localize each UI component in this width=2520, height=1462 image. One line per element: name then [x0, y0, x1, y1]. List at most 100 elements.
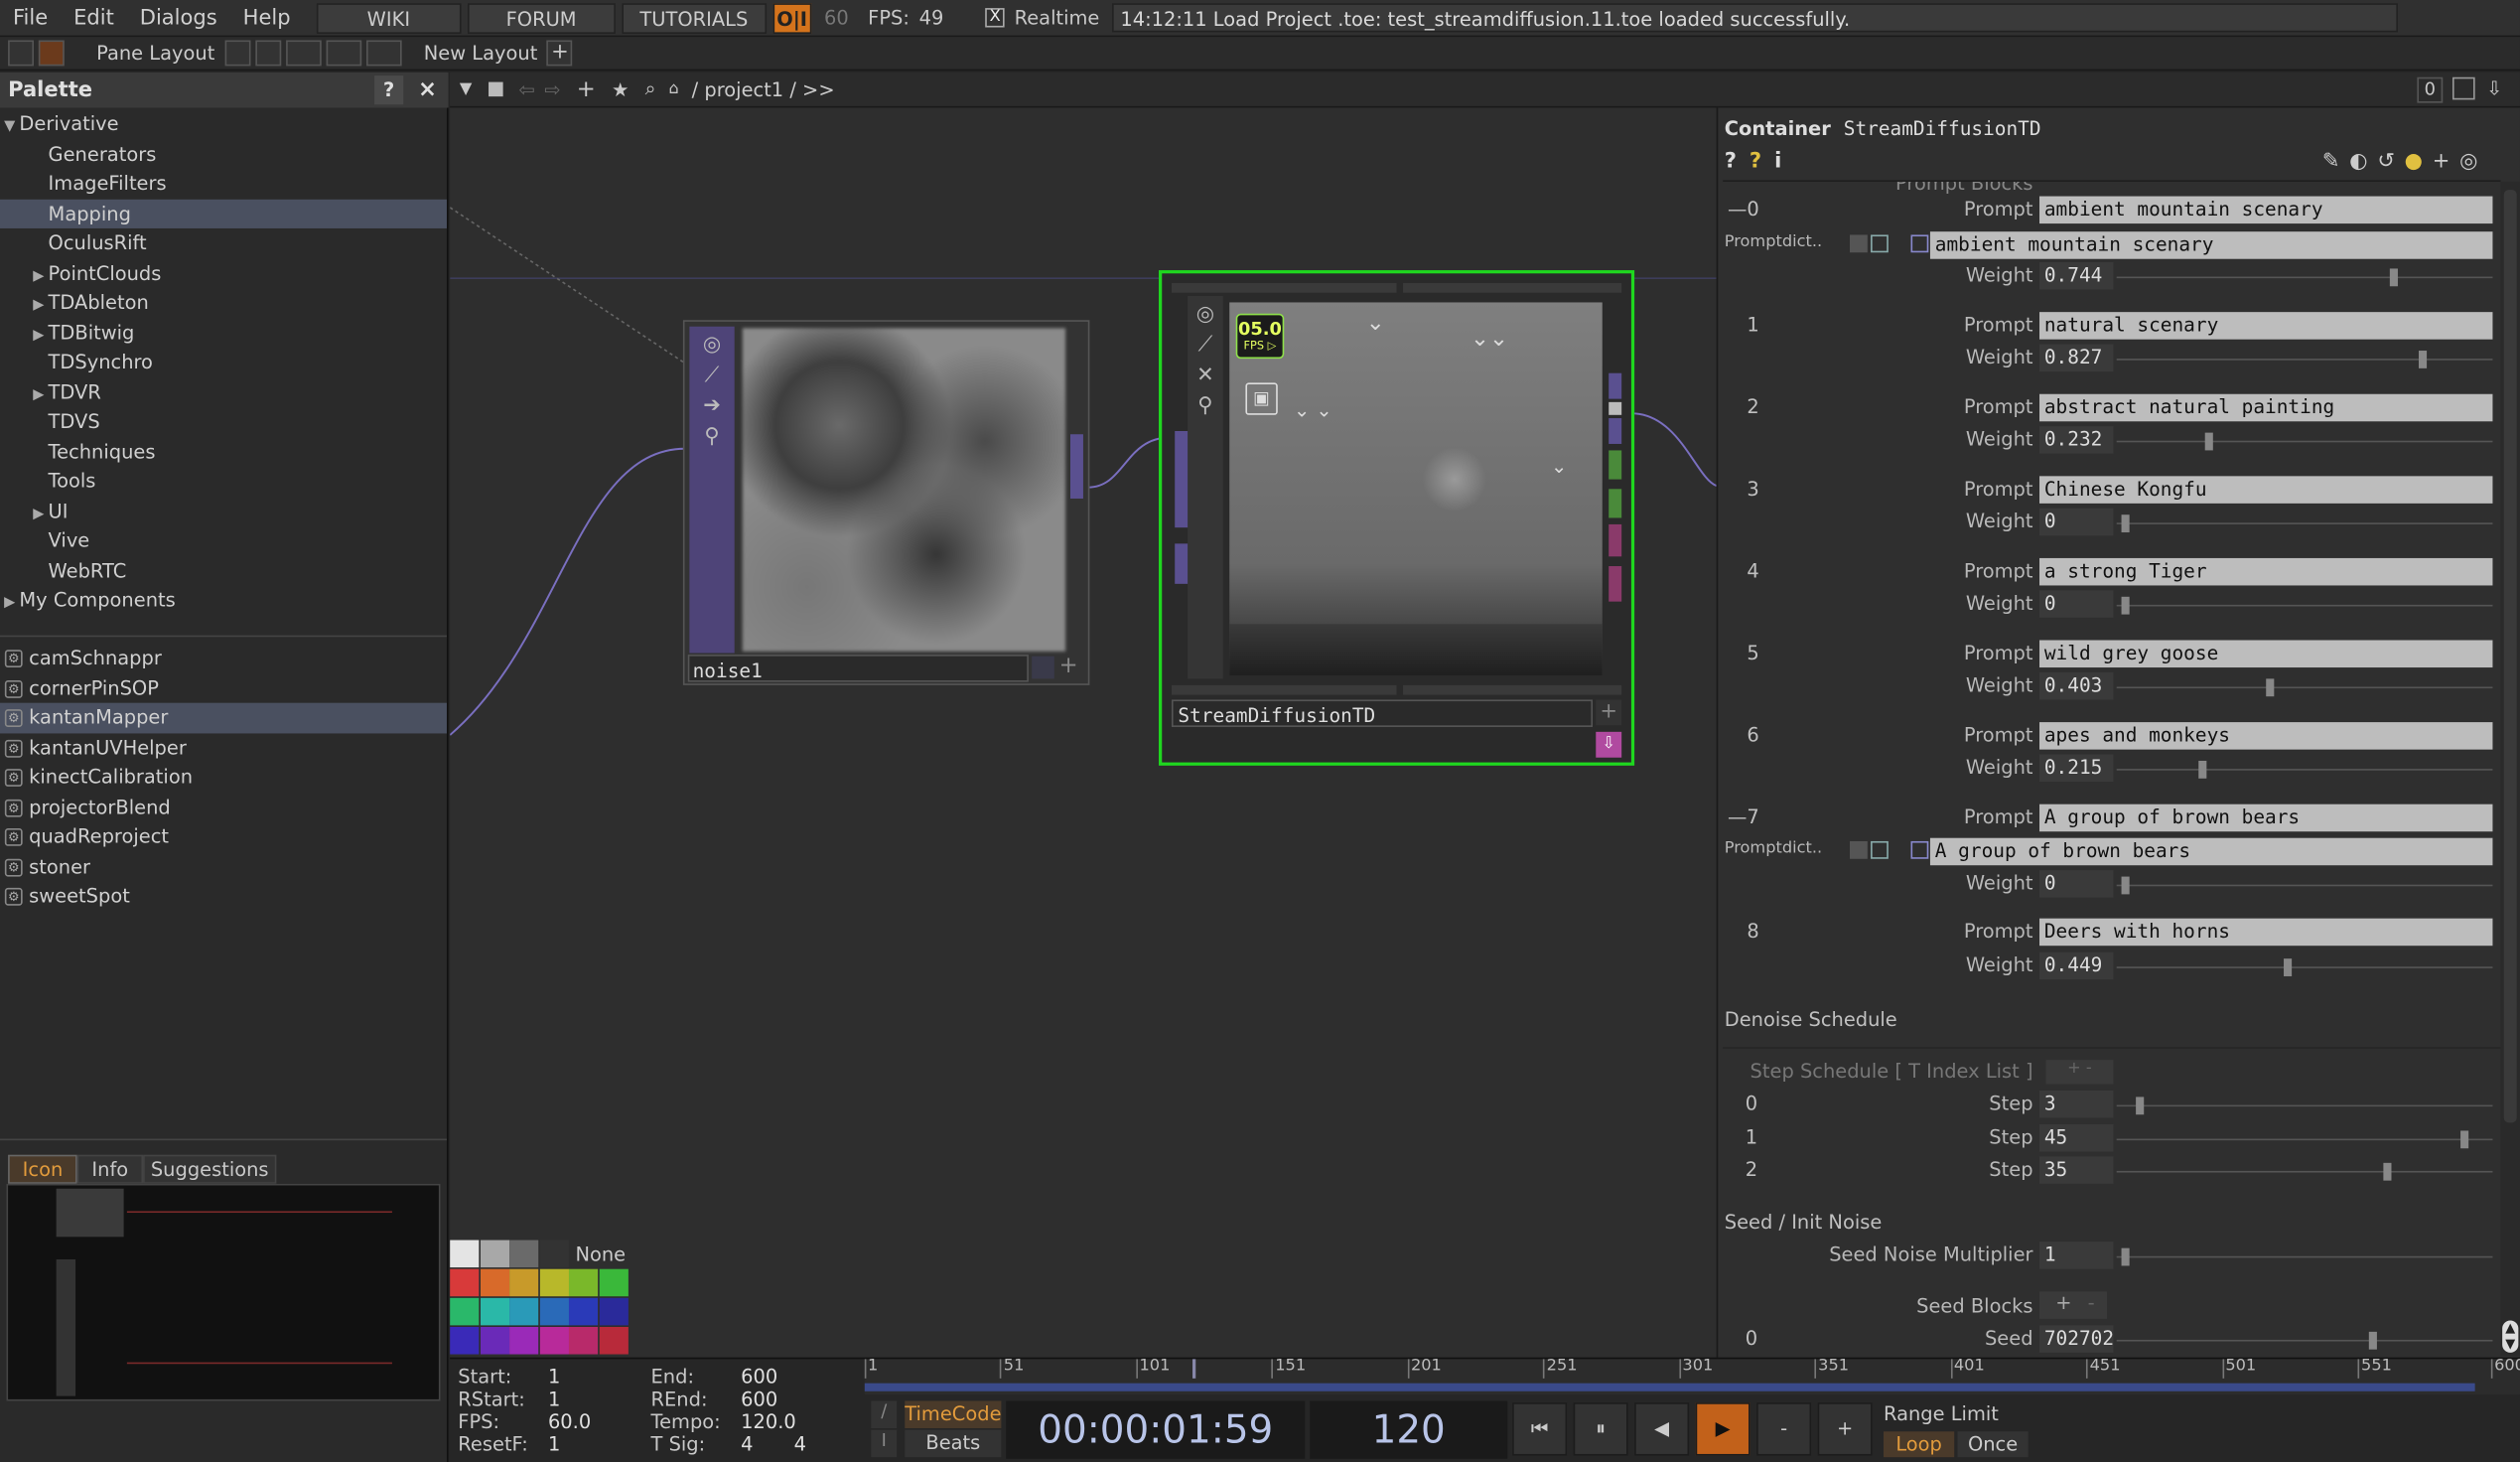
once-toggle[interactable]: Once [1957, 1431, 2029, 1458]
weight-field[interactable]: 0.232 [2039, 426, 2114, 454]
timeline-ruler[interactable]: 151101151201251301351401451501551600 [864, 1358, 2520, 1395]
expand-icon[interactable]: ▶ [29, 261, 48, 291]
color-swatch[interactable] [480, 1327, 509, 1355]
color-swatch[interactable] [480, 1268, 509, 1297]
sd-out-3[interactable] [1609, 418, 1622, 444]
seed-knob[interactable] [2368, 1331, 2377, 1350]
tempo-value[interactable]: 120.0 [741, 1410, 796, 1433]
promptdict-check-icon[interactable] [1910, 840, 1929, 859]
timecode-display[interactable]: 00:00:01:59 [1006, 1400, 1306, 1459]
sd-out-4[interactable] [1609, 450, 1622, 480]
noise-output-connector[interactable] [1069, 434, 1083, 500]
expand-icon[interactable]: ▶ [29, 321, 48, 351]
sd-out-1[interactable] [1609, 372, 1622, 399]
seed-multiplier-knob[interactable] [2121, 1247, 2130, 1266]
tree-item-webrtc[interactable]: WebRTC [0, 556, 447, 586]
target-icon[interactable]: ◎ [2459, 150, 2477, 174]
sd-input-connector-2[interactable] [1175, 543, 1189, 584]
param-scrollbar-thumb[interactable] [2503, 190, 2517, 1123]
weight-knob[interactable] [2419, 351, 2428, 368]
weight-knob[interactable] [2389, 268, 2398, 287]
tree-item-tdbitwig[interactable]: ▶ TDBitwig [0, 318, 447, 348]
network-path[interactable]: / project1 / >> [692, 78, 835, 101]
tree-item-pointclouds[interactable]: ▶ PointClouds [0, 258, 447, 288]
step-slider[interactable] [2116, 1162, 2493, 1181]
rewind-button[interactable]: ⏮ [1512, 1402, 1568, 1456]
rend-value[interactable]: 600 [741, 1389, 777, 1411]
home-icon[interactable]: ⌂ [668, 80, 678, 98]
export-icon[interactable]: ➔ [689, 394, 734, 418]
weight-slider[interactable] [2116, 957, 2493, 976]
step-knob[interactable] [2383, 1162, 2392, 1181]
color-swatch[interactable] [509, 1268, 539, 1297]
timeline-playhead[interactable] [1192, 1359, 1196, 1379]
step-field[interactable]: 3 [2039, 1090, 2114, 1118]
color-swatch[interactable] [450, 1327, 480, 1355]
python-help-icon[interactable]: ? [1750, 150, 1761, 174]
zoom-field[interactable]: 0 [2417, 76, 2444, 103]
tree-item-vive[interactable]: Vive [0, 526, 447, 556]
weight-field[interactable]: 0.449 [2039, 950, 2114, 979]
weight-slider[interactable] [2116, 268, 2493, 287]
sd-input-connector[interactable] [1175, 430, 1189, 528]
add-layout-button[interactable]: + [547, 40, 573, 67]
tree-item-tdableton[interactable]: ▶ TDAbleton [0, 288, 447, 318]
weight-field[interactable]: 0 [2039, 590, 2114, 618]
sd-out-5[interactable] [1609, 489, 1622, 518]
tutorials-button[interactable]: TUTORIALS [622, 2, 767, 34]
promptdict-toggle-icon[interactable] [1850, 840, 1868, 859]
tree-item-tdvs[interactable]: TDVS [0, 407, 447, 437]
layout-quad-icon[interactable] [326, 40, 361, 67]
tsig-denominator[interactable]: 4 [794, 1433, 806, 1456]
tree-item-generators[interactable]: Generators [0, 139, 447, 169]
component-item-kantanmapper[interactable]: ⚙ kantanMapper [0, 702, 447, 733]
start-value[interactable]: 1 [548, 1366, 560, 1389]
sd-bypass-icon[interactable]: ⟋ [1188, 333, 1223, 357]
download-icon[interactable]: ⇩ [2486, 77, 2502, 100]
weight-knob[interactable] [2283, 957, 2292, 976]
new-layout-label[interactable]: New Layout [424, 42, 538, 65]
help-icon[interactable]: ? [1725, 150, 1737, 174]
tree-root-derivative[interactable]: ▼ Derivative [0, 109, 447, 139]
weight-knob[interactable] [2121, 596, 2130, 615]
component-item-projectorblend[interactable]: ⚙ projectorBlend [0, 793, 447, 822]
add-param-icon[interactable]: + [2433, 150, 2450, 174]
app-icon[interactable] [38, 40, 65, 67]
param-scroll-area[interactable]: Prompt Blocks —0 Prompt ambient mountain s… [1718, 182, 2505, 1358]
weight-slider[interactable] [2116, 875, 2493, 894]
component-item-camschnappr[interactable]: ⚙ camSchnappr [0, 644, 447, 673]
weight-slider[interactable] [2116, 596, 2493, 615]
prompt-field[interactable]: natural scenary [2039, 311, 2493, 339]
seed-field[interactable]: 702702 [2039, 1325, 2114, 1353]
step-knob[interactable] [2135, 1096, 2144, 1115]
network-editor[interactable]: ◎ ⟋ ➔ ⚲ noise1 + ◎ ⟋ ✕ ⚲ ⌄ ⌄⌄ ⌄ ⌄ ⌄ 05.0… [450, 107, 1717, 1358]
sd-out-6[interactable] [1609, 523, 1622, 557]
sd-node[interactable]: ◎ ⟋ ✕ ⚲ ⌄ ⌄⌄ ⌄ ⌄ ⌄ 05.0 FPS ▷ ▣ StreamDi… [1159, 270, 1635, 766]
color-swatch[interactable] [450, 1240, 480, 1268]
expand-icon[interactable]: ▶ [29, 380, 48, 410]
menu-help[interactable]: Help [230, 0, 304, 36]
promptdict-check-icon[interactable] [1910, 233, 1929, 252]
seed-multiplier-field[interactable]: 1 [2039, 1242, 2114, 1269]
info-icon[interactable]: i [1774, 150, 1781, 174]
menu-edit[interactable]: Edit [61, 0, 127, 36]
scroll-arrows-icon[interactable]: ▲ ▼ [2502, 1320, 2519, 1353]
lock-icon[interactable]: ⚲ [689, 425, 734, 449]
forum-button[interactable]: FORUM [467, 2, 616, 34]
reset-icon[interactable]: ↺ [2377, 150, 2395, 174]
rstart-value[interactable]: 1 [548, 1389, 560, 1411]
timeline-bar-button[interactable]: I [871, 1429, 898, 1458]
seed-blocks-add-button[interactable]: + - [2039, 1291, 2107, 1319]
promptdict-edit-icon[interactable] [1871, 840, 1889, 859]
weight-knob[interactable] [2204, 432, 2213, 451]
tab-info[interactable]: Info [76, 1154, 143, 1184]
realtime-checkbox[interactable]: X [985, 8, 1005, 28]
layout-split-v-icon[interactable] [254, 40, 281, 67]
tree-item-imagefilters[interactable]: ImageFilters [0, 169, 447, 199]
weight-field[interactable]: 0.215 [2039, 754, 2114, 783]
weight-slider[interactable] [2116, 514, 2493, 533]
perform-toggle-button[interactable]: O|I [772, 2, 812, 34]
color-swatch[interactable] [539, 1268, 569, 1297]
stop-icon[interactable] [488, 81, 503, 97]
viewer-icon[interactable]: ◎ [689, 333, 734, 357]
